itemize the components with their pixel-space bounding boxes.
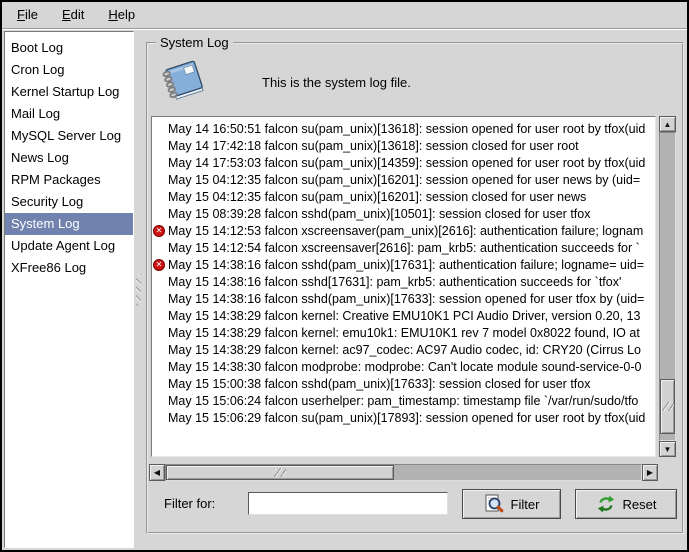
log-line-text: May 15 14:38:29 falcon kernel: emu10k1: …: [168, 326, 640, 340]
pane-grip-icon: [136, 274, 141, 306]
menu-bar: File Edit Help: [2, 2, 687, 29]
scroll-grip-icon: [662, 402, 674, 411]
log-line-text: May 15 14:12:54 falcon xscreensaver[2616…: [168, 241, 640, 255]
log-line[interactable]: ✕ May 15 14:38:16 falcon sshd(pam_unix)[…: [152, 257, 655, 274]
log-line[interactable]: ✕ May 15 14:38:16 falcon sshd[17631]: pa…: [152, 274, 655, 291]
log-line-text: May 15 15:06:24 falcon userhelper: pam_t…: [168, 394, 638, 408]
horizontal-scroll-thumb[interactable]: [166, 465, 394, 480]
log-line-text: May 15 14:38:29 falcon kernel: ac97_code…: [168, 343, 641, 357]
pane-resize-handle[interactable]: [134, 31, 143, 548]
system-logs-window: File Edit Help Boot LogCron LogKernel Star…: [0, 0, 689, 552]
sidebar-item[interactable]: Update Agent Log: [5, 235, 133, 257]
log-line[interactable]: ✕ May 14 17:53:03 falcon su(pam_unix)[14…: [152, 155, 655, 172]
scroll-grip-icon: [274, 468, 286, 477]
log-line-text: May 15 15:06:29 falcon su(pam_unix)[1789…: [168, 411, 645, 425]
notebook-icon: [158, 58, 210, 106]
log-line[interactable]: ✕ May 15 14:12:54 falcon xscreensaver[26…: [152, 240, 655, 257]
log-line-text: May 15 14:38:16 falcon sshd(pam_unix)[17…: [168, 258, 644, 272]
log-line[interactable]: ✕ May 14 17:42:18 falcon su(pam_unix)[13…: [152, 138, 655, 155]
scroll-right-button[interactable]: ▶: [642, 464, 658, 481]
reset-button[interactable]: Reset: [575, 489, 677, 519]
filter-input[interactable]: [248, 492, 448, 515]
log-line-text: May 15 14:38:16 falcon sshd(pam_unix)[17…: [168, 292, 644, 306]
log-line-text: May 14 17:53:03 falcon su(pam_unix)[1435…: [168, 156, 645, 170]
log-line[interactable]: ✕ May 15 15:06:24 falcon userhelper: pam…: [152, 393, 655, 410]
log-type-list: Boot LogCron LogKernel Startup LogMail L…: [4, 31, 134, 548]
green-refresh-arrows-icon: [596, 494, 616, 514]
log-line[interactable]: ✕ May 15 14:38:30 falcon modprobe: modpr…: [152, 359, 655, 376]
vertical-scroll-thumb[interactable]: [660, 379, 675, 434]
log-line[interactable]: ✕ May 15 15:06:29 falcon su(pam_unix)[17…: [152, 410, 655, 427]
log-line[interactable]: ✕ May 15 14:38:16 falcon sshd(pam_unix)[…: [152, 291, 655, 308]
sidebar-item[interactable]: News Log: [5, 147, 133, 169]
error-icon: ✕: [153, 259, 165, 271]
menu-item[interactable]: Help: [103, 2, 140, 28]
log-line[interactable]: ✕ May 15 14:38:29 falcon kernel: ac97_co…: [152, 342, 655, 359]
log-line[interactable]: ✕ May 15 14:38:29 falcon kernel: Creativ…: [152, 308, 655, 325]
sidebar-item[interactable]: XFree86 Log: [5, 257, 133, 279]
magnifier-document-icon: [484, 494, 504, 514]
filter-label: Filter for:: [164, 496, 215, 511]
menu-item[interactable]: File: [12, 2, 43, 28]
log-line-text: May 15 14:38:29 falcon kernel: Creative …: [168, 309, 640, 323]
sidebar-item[interactable]: Kernel Startup Log: [5, 81, 133, 103]
log-line-text: May 15 04:12:35 falcon su(pam_unix)[1620…: [168, 190, 586, 204]
scroll-left-button[interactable]: ◀: [149, 464, 165, 481]
log-line-text: May 15 14:12:53 falcon xscreensaver(pam_…: [168, 224, 643, 238]
horizontal-scrollbar: ◀ ▶: [149, 464, 658, 481]
scroll-up-button[interactable]: ▲: [659, 116, 676, 132]
horizontal-scroll-trough[interactable]: [165, 464, 642, 481]
log-line[interactable]: ✕ May 15 04:12:35 falcon su(pam_unix)[16…: [152, 189, 655, 206]
frame-title: System Log: [156, 35, 233, 50]
log-line-text: May 15 04:12:35 falcon su(pam_unix)[1620…: [168, 173, 640, 187]
scroll-down-button[interactable]: ▼: [659, 441, 676, 457]
log-line[interactable]: ✕ May 15 14:12:53 falcon xscreensaver(pa…: [152, 223, 655, 240]
log-line[interactable]: ✕ May 15 04:12:35 falcon su(pam_unix)[16…: [152, 172, 655, 189]
sidebar-item[interactable]: Cron Log: [5, 59, 133, 81]
sidebar-item[interactable]: MySQL Server Log: [5, 125, 133, 147]
sidebar-item[interactable]: System Log: [5, 213, 133, 235]
log-line[interactable]: ✕ May 15 14:38:29 falcon kernel: emu10k1…: [152, 325, 655, 342]
log-line-text: May 14 17:42:18 falcon su(pam_unix)[1361…: [168, 139, 579, 153]
log-line-text: May 15 14:38:30 falcon modprobe: modprob…: [168, 360, 642, 374]
sidebar-item[interactable]: Boot Log: [5, 37, 133, 59]
sidebar-item[interactable]: Mail Log: [5, 103, 133, 125]
filter-button-label: Filter: [511, 497, 540, 512]
log-line[interactable]: ✕ May 15 15:00:38 falcon sshd(pam_unix)[…: [152, 376, 655, 393]
log-line-text: May 15 15:00:38 falcon sshd(pam_unix)[17…: [168, 377, 590, 391]
menu-item[interactable]: Edit: [57, 2, 89, 28]
log-line-text: May 14 16:50:51 falcon su(pam_unix)[1361…: [168, 122, 645, 136]
log-text-view[interactable]: ✕ May 14 16:50:51 falcon su(pam_unix)[13…: [151, 116, 656, 457]
filter-button[interactable]: Filter: [462, 489, 561, 519]
log-line-text: May 15 14:38:16 falcon sshd[17631]: pam_…: [168, 275, 621, 289]
vertical-scroll-trough[interactable]: [659, 132, 676, 441]
sidebar-item[interactable]: Security Log: [5, 191, 133, 213]
vertical-scrollbar: ▲ ▼: [659, 116, 676, 457]
log-line[interactable]: ✕ May 15 08:39:28 falcon sshd(pam_unix)[…: [152, 206, 655, 223]
reset-button-label: Reset: [623, 497, 657, 512]
log-description: This is the system log file.: [262, 75, 411, 90]
log-line[interactable]: ✕ May 14 16:50:51 falcon su(pam_unix)[13…: [152, 121, 655, 138]
error-icon: ✕: [153, 225, 165, 237]
system-log-frame: System Log This is the system log file.: [146, 42, 684, 534]
sidebar-item[interactable]: RPM Packages: [5, 169, 133, 191]
log-line-text: May 15 08:39:28 falcon sshd(pam_unix)[10…: [168, 207, 590, 221]
filter-row: Filter for: Filter Re: [148, 488, 682, 522]
